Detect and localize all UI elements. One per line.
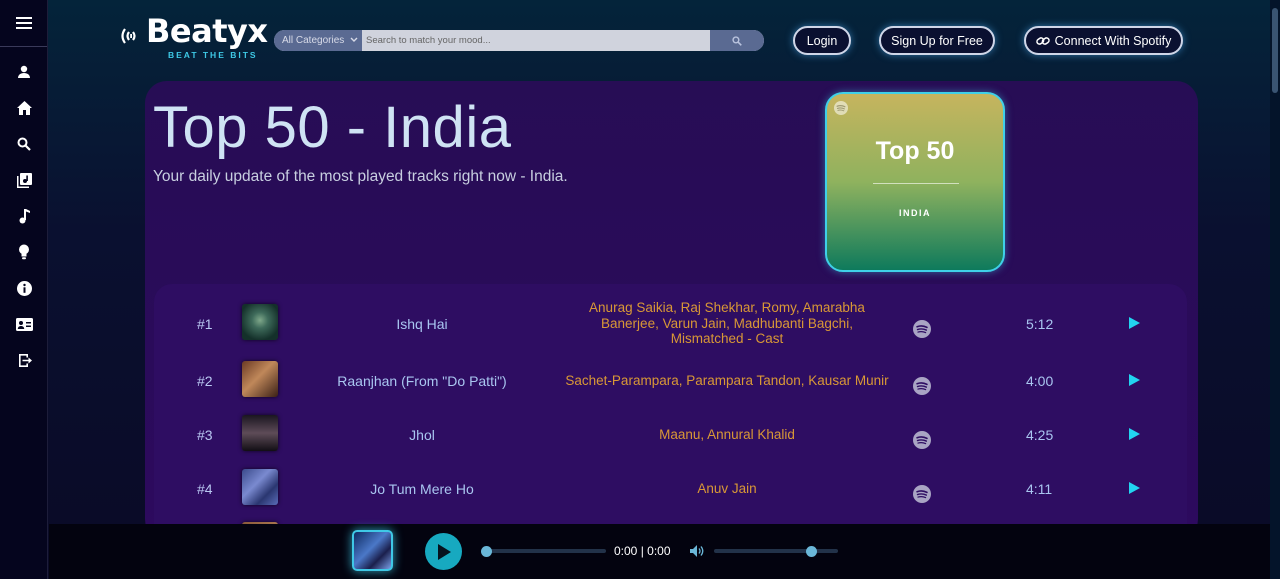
track-rank: #1 xyxy=(197,316,213,332)
sidebar-item-search[interactable] xyxy=(14,134,34,154)
play-icon[interactable] xyxy=(1129,374,1140,386)
signup-button-label: Sign Up for Free xyxy=(891,33,983,48)
link-icon xyxy=(1035,36,1050,45)
track-thumbnail xyxy=(242,304,278,340)
category-select[interactable]: All Categories xyxy=(274,30,362,51)
sound-wave-icon xyxy=(121,28,136,44)
time-display: 0:00 | 0:00 xyxy=(614,544,671,558)
play-icon xyxy=(437,543,451,560)
track-title: Ishq Hai xyxy=(396,316,448,332)
search-icon xyxy=(732,35,742,46)
track-artists-line: Maanu, Annural Khalid xyxy=(659,427,795,442)
search-icon xyxy=(17,137,31,151)
page-scrollbar[interactable] xyxy=(1270,0,1280,579)
track-duration: 4:25 xyxy=(1026,427,1054,443)
scrollbar-thumb[interactable] xyxy=(1272,8,1278,93)
track-artists-line: Anurag Saikia, Raj Shekhar, Romy, Amarab… xyxy=(589,300,865,315)
volume-icon[interactable] xyxy=(690,545,705,557)
track-rank: #2 xyxy=(197,373,213,389)
cover-subtitle: INDIA xyxy=(899,208,931,218)
volume-slider[interactable] xyxy=(714,549,838,553)
hamburger-menu-button[interactable] xyxy=(0,0,47,47)
sidebar-item-ideas[interactable] xyxy=(14,242,34,262)
track-thumbnail xyxy=(242,361,278,397)
logout-icon xyxy=(18,353,32,367)
track-title: Jo Tum Mere Ho xyxy=(370,481,474,497)
sidebar-item-contact[interactable] xyxy=(14,314,34,334)
sidebar-item-music[interactable] xyxy=(14,206,34,226)
contact-card-icon xyxy=(15,317,33,331)
search-bar: All Categories xyxy=(274,30,764,51)
sidebar-item-library[interactable] xyxy=(14,170,34,190)
track-duration: 4:11 xyxy=(1026,481,1053,497)
login-button[interactable]: Login xyxy=(793,26,851,55)
app-name: Beatyx xyxy=(146,12,268,50)
play-icon[interactable] xyxy=(1129,482,1140,494)
library-icon xyxy=(16,172,32,188)
track-thumbnail xyxy=(242,469,278,505)
profile-icon xyxy=(18,65,30,78)
cover-divider xyxy=(873,183,959,184)
track-list: #1 Ishq Hai Anurag Saikia, Raj Shekhar, … xyxy=(154,284,1187,544)
sidebar xyxy=(0,0,48,579)
track-thumbnail xyxy=(242,415,278,451)
progress-slider[interactable] xyxy=(486,549,606,553)
volume-knob[interactable] xyxy=(805,546,817,557)
app-logo[interactable]: Beatyx BEAT THE BITS xyxy=(120,12,268,62)
sidebar-item-logout[interactable] xyxy=(14,350,34,370)
track-duration: 4:00 xyxy=(1026,373,1054,389)
play-icon[interactable] xyxy=(1129,428,1140,440)
signup-button[interactable]: Sign Up for Free xyxy=(879,26,995,55)
progress-knob[interactable] xyxy=(481,546,492,557)
track-row[interactable]: #4 Jo Tum Mere Ho Anuv Jain 4:11 xyxy=(154,463,1187,513)
sidebar-item-profile[interactable] xyxy=(14,62,34,82)
app-tagline: BEAT THE BITS xyxy=(168,50,258,60)
track-rank: #3 xyxy=(197,427,213,443)
lightbulb-icon xyxy=(19,244,29,260)
chevron-down-icon xyxy=(350,37,358,42)
track-artists: Anuv Jain xyxy=(559,481,895,497)
spotify-icon[interactable] xyxy=(913,431,931,449)
track-artists: Anurag Saikia, Raj Shekhar, Romy, Amarab… xyxy=(559,300,895,347)
track-title: Raanjhan (From "Do Patti") xyxy=(337,373,507,389)
home-icon xyxy=(16,101,32,115)
spotify-icon[interactable] xyxy=(913,377,931,395)
player-play-button[interactable] xyxy=(425,533,462,570)
track-artists: Sachet-Parampara, Parampara Tandon, Kaus… xyxy=(559,373,895,389)
sidebar-item-info[interactable] xyxy=(14,278,34,298)
track-duration: 5:12 xyxy=(1026,316,1054,332)
search-input[interactable] xyxy=(362,30,710,51)
track-artists: Maanu, Annural Khalid xyxy=(559,427,895,443)
track-row[interactable]: #1 Ishq Hai Anurag Saikia, Raj Shekhar, … xyxy=(154,298,1187,348)
music-note-icon xyxy=(19,208,30,223)
spotify-icon[interactable] xyxy=(913,485,931,503)
page-title: Top 50 - India xyxy=(153,95,512,160)
now-playing-thumbnail[interactable] xyxy=(352,530,393,571)
track-artists-line: Sachet-Parampara, Parampara Tandon, Kaus… xyxy=(565,373,889,388)
sidebar-item-home[interactable] xyxy=(14,98,34,118)
spotify-icon xyxy=(834,101,848,115)
category-select-value: All Categories xyxy=(282,35,345,46)
track-rank: #4 xyxy=(197,481,213,497)
track-artists-line: Anuv Jain xyxy=(697,481,757,496)
track-row[interactable]: #3 Jhol Maanu, Annural Khalid 4:25 xyxy=(154,409,1187,459)
info-icon xyxy=(16,280,32,296)
spotify-icon[interactable] xyxy=(913,320,931,338)
search-submit-button[interactable] xyxy=(710,30,764,51)
track-row[interactable]: #2 Raanjhan (From "Do Patti") Sachet-Par… xyxy=(154,355,1187,405)
connect-spotify-button[interactable]: Connect With Spotify xyxy=(1024,26,1183,55)
hamburger-icon xyxy=(15,17,32,29)
login-button-label: Login xyxy=(806,33,838,48)
page-subtitle: Your daily update of the most played tra… xyxy=(153,168,568,185)
track-artists-line: Banerjee, Varun Jain, Madhubanti Bagchi, xyxy=(601,315,853,331)
cover-title: Top 50 xyxy=(875,137,955,165)
connect-spotify-label: Connect With Spotify xyxy=(1054,33,1172,48)
play-icon[interactable] xyxy=(1129,317,1140,329)
playlist-cover: Top 50 INDIA xyxy=(825,92,1005,272)
track-artists-line: Mismatched - Cast xyxy=(670,331,784,346)
track-title: Jhol xyxy=(409,427,435,443)
